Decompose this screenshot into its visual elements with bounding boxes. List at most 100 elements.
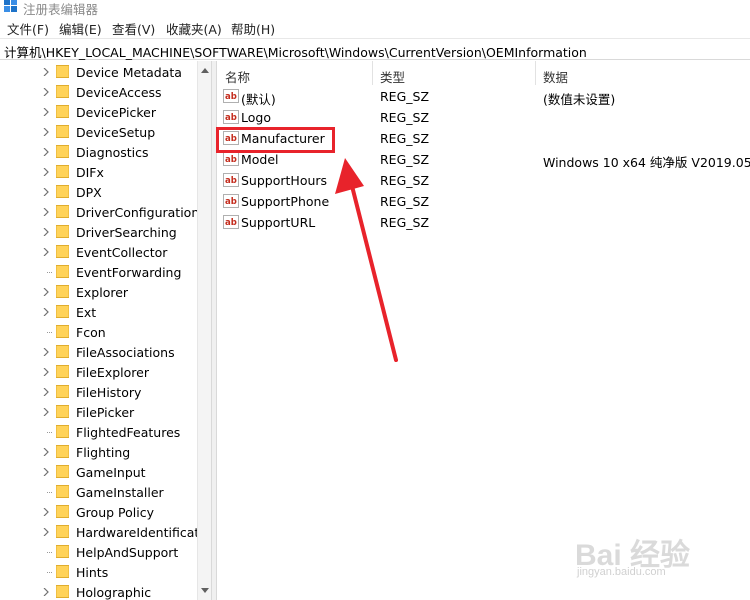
address-bar[interactable]: 计算机\HKEY_LOCAL_MACHINE\SOFTWARE\Microsof… bbox=[0, 38, 750, 60]
tree-item[interactable]: HelpAndSupport bbox=[0, 542, 196, 562]
value-name: SupportURL bbox=[241, 215, 316, 230]
value-type: REG_SZ bbox=[380, 194, 430, 209]
chevron-right-icon[interactable] bbox=[42, 228, 50, 236]
chevron-right-icon[interactable] bbox=[42, 208, 50, 216]
chevron-right-icon[interactable] bbox=[42, 128, 50, 136]
chevron-right-icon[interactable] bbox=[42, 108, 50, 116]
chevron-right-icon[interactable] bbox=[42, 88, 50, 96]
folder-icon bbox=[56, 105, 69, 118]
chevron-right-icon[interactable] bbox=[42, 348, 50, 356]
tree-item-label: DeviceAccess bbox=[76, 85, 162, 100]
chevron-right-icon[interactable] bbox=[42, 308, 50, 316]
tree-item-label: HelpAndSupport bbox=[76, 545, 179, 560]
column-header-data[interactable]: 数据 bbox=[535, 61, 750, 85]
string-value-icon: ab bbox=[223, 131, 239, 145]
chevron-right-icon[interactable] bbox=[42, 508, 50, 516]
tree-item[interactable]: DeviceAccess bbox=[0, 82, 196, 102]
folder-icon bbox=[56, 205, 69, 218]
tree-item[interactable]: Device Metadata bbox=[0, 62, 196, 82]
menu-file[interactable]: 文件(F) bbox=[7, 19, 49, 38]
tree-item[interactable]: Group Policy bbox=[0, 502, 196, 522]
tree-item-label: FileExplorer bbox=[76, 365, 149, 380]
tree-scrollbar[interactable] bbox=[197, 61, 211, 600]
tree-item[interactable]: FilePicker bbox=[0, 402, 196, 422]
tree-item[interactable]: DevicePicker bbox=[0, 102, 196, 122]
value-row[interactable]: ab SupportHours REG_SZ bbox=[217, 170, 750, 191]
value-type: REG_SZ bbox=[380, 152, 430, 167]
tree-item[interactable]: DIFx bbox=[0, 162, 196, 182]
address-path[interactable]: 计算机\HKEY_LOCAL_MACHINE\SOFTWARE\Microsof… bbox=[4, 42, 587, 61]
string-value-icon: ab bbox=[223, 110, 239, 124]
chevron-right-icon[interactable] bbox=[42, 468, 50, 476]
menu-edit[interactable]: 编辑(E) bbox=[59, 19, 102, 38]
string-value-icon: ab bbox=[223, 215, 239, 229]
tree-item[interactable]: DeviceSetup bbox=[0, 122, 196, 142]
value-row[interactable]: ab SupportPhone REG_SZ bbox=[217, 191, 750, 212]
chevron-right-icon[interactable] bbox=[42, 68, 50, 76]
chevron-right-icon[interactable] bbox=[42, 408, 50, 416]
tree-item[interactable]: Fcon bbox=[0, 322, 196, 342]
tree-item[interactable]: GameInput bbox=[0, 462, 196, 482]
value-row[interactable]: ab Model REG_SZ Windows 10 x64 纯净版 V2019.05 bbox=[217, 149, 750, 170]
tree-item-label: Device Metadata bbox=[76, 65, 182, 80]
string-value-icon: ab bbox=[223, 89, 239, 103]
tree-item[interactable]: DriverSearching bbox=[0, 222, 196, 242]
tree-item[interactable]: FileAssociations bbox=[0, 342, 196, 362]
chevron-right-icon[interactable] bbox=[42, 528, 50, 536]
value-row[interactable]: ab SupportURL REG_SZ bbox=[217, 212, 750, 233]
tree-item[interactable]: EventForwarding bbox=[0, 262, 196, 282]
tree-item[interactable]: GameInstaller bbox=[0, 482, 196, 502]
value-row[interactable]: ab Manufacturer REG_SZ bbox=[217, 128, 750, 149]
chevron-right-icon[interactable] bbox=[42, 168, 50, 176]
tree-item[interactable]: FileHistory bbox=[0, 382, 196, 402]
chevron-right-icon[interactable] bbox=[42, 588, 50, 596]
tree-item[interactable]: FlightedFeatures bbox=[0, 422, 196, 442]
folder-icon bbox=[56, 405, 69, 418]
tree-item-label: FlightedFeatures bbox=[76, 425, 181, 440]
tree-item[interactable]: Hints bbox=[0, 562, 196, 582]
tree-item-label: EventForwarding bbox=[76, 265, 182, 280]
tree-item[interactable]: DPX bbox=[0, 182, 196, 202]
tree-item[interactable]: Diagnostics bbox=[0, 142, 196, 162]
value-data: Windows 10 x64 纯净版 V2019.05 bbox=[543, 155, 750, 170]
chevron-right-icon[interactable] bbox=[42, 248, 50, 256]
menu-favorites[interactable]: 收藏夹(A) bbox=[166, 19, 222, 38]
svg-text:ab: ab bbox=[225, 134, 237, 144]
folder-icon bbox=[56, 65, 69, 78]
tree-item[interactable]: DriverConfiguration bbox=[0, 202, 200, 222]
tree-item[interactable]: Explorer bbox=[0, 282, 196, 302]
tree-item[interactable]: Flighting bbox=[0, 442, 196, 462]
chevron-right-icon[interactable] bbox=[42, 388, 50, 396]
chevron-right-icon[interactable] bbox=[42, 448, 50, 456]
folder-icon bbox=[56, 265, 69, 278]
tree-item[interactable]: HardwareIdentificati bbox=[0, 522, 203, 542]
tree-item-label: Hints bbox=[76, 565, 109, 580]
value-row[interactable]: ab Logo REG_SZ bbox=[217, 107, 750, 128]
svg-text:ab: ab bbox=[225, 197, 237, 207]
chevron-right-icon[interactable] bbox=[42, 148, 50, 156]
value-type: REG_SZ bbox=[380, 215, 430, 230]
menu-help[interactable]: 帮助(H) bbox=[231, 19, 275, 38]
regedit-icon bbox=[4, 0, 17, 12]
tree-item[interactable]: Holographic bbox=[0, 582, 196, 600]
value-row[interactable]: ab (默认) REG_SZ (数值未设置) bbox=[217, 86, 750, 107]
scroll-up-icon[interactable] bbox=[201, 67, 209, 73]
menu-view[interactable]: 查看(V) bbox=[112, 19, 155, 38]
chevron-right-icon[interactable] bbox=[42, 188, 50, 196]
value-data: (数值未设置) bbox=[543, 92, 616, 107]
tree-item[interactable]: Ext bbox=[0, 302, 196, 322]
chevron-right-icon[interactable] bbox=[42, 368, 50, 376]
tree-item-label: EventCollector bbox=[76, 245, 168, 260]
scroll-down-icon[interactable] bbox=[201, 588, 209, 594]
tree-item-label: DriverConfiguration bbox=[76, 205, 200, 220]
tree-item[interactable]: EventCollector bbox=[0, 242, 196, 262]
value-type: REG_SZ bbox=[380, 110, 430, 125]
tree-item[interactable]: FileExplorer bbox=[0, 362, 196, 382]
value-name: SupportHours bbox=[241, 173, 328, 188]
svg-text:ab: ab bbox=[225, 176, 237, 186]
column-header-type[interactable]: 类型 bbox=[372, 61, 535, 85]
column-header-name[interactable]: 名称 bbox=[217, 61, 372, 85]
chevron-right-icon[interactable] bbox=[42, 288, 50, 296]
tree-item-label: FileHistory bbox=[76, 385, 142, 400]
folder-icon bbox=[56, 245, 69, 258]
